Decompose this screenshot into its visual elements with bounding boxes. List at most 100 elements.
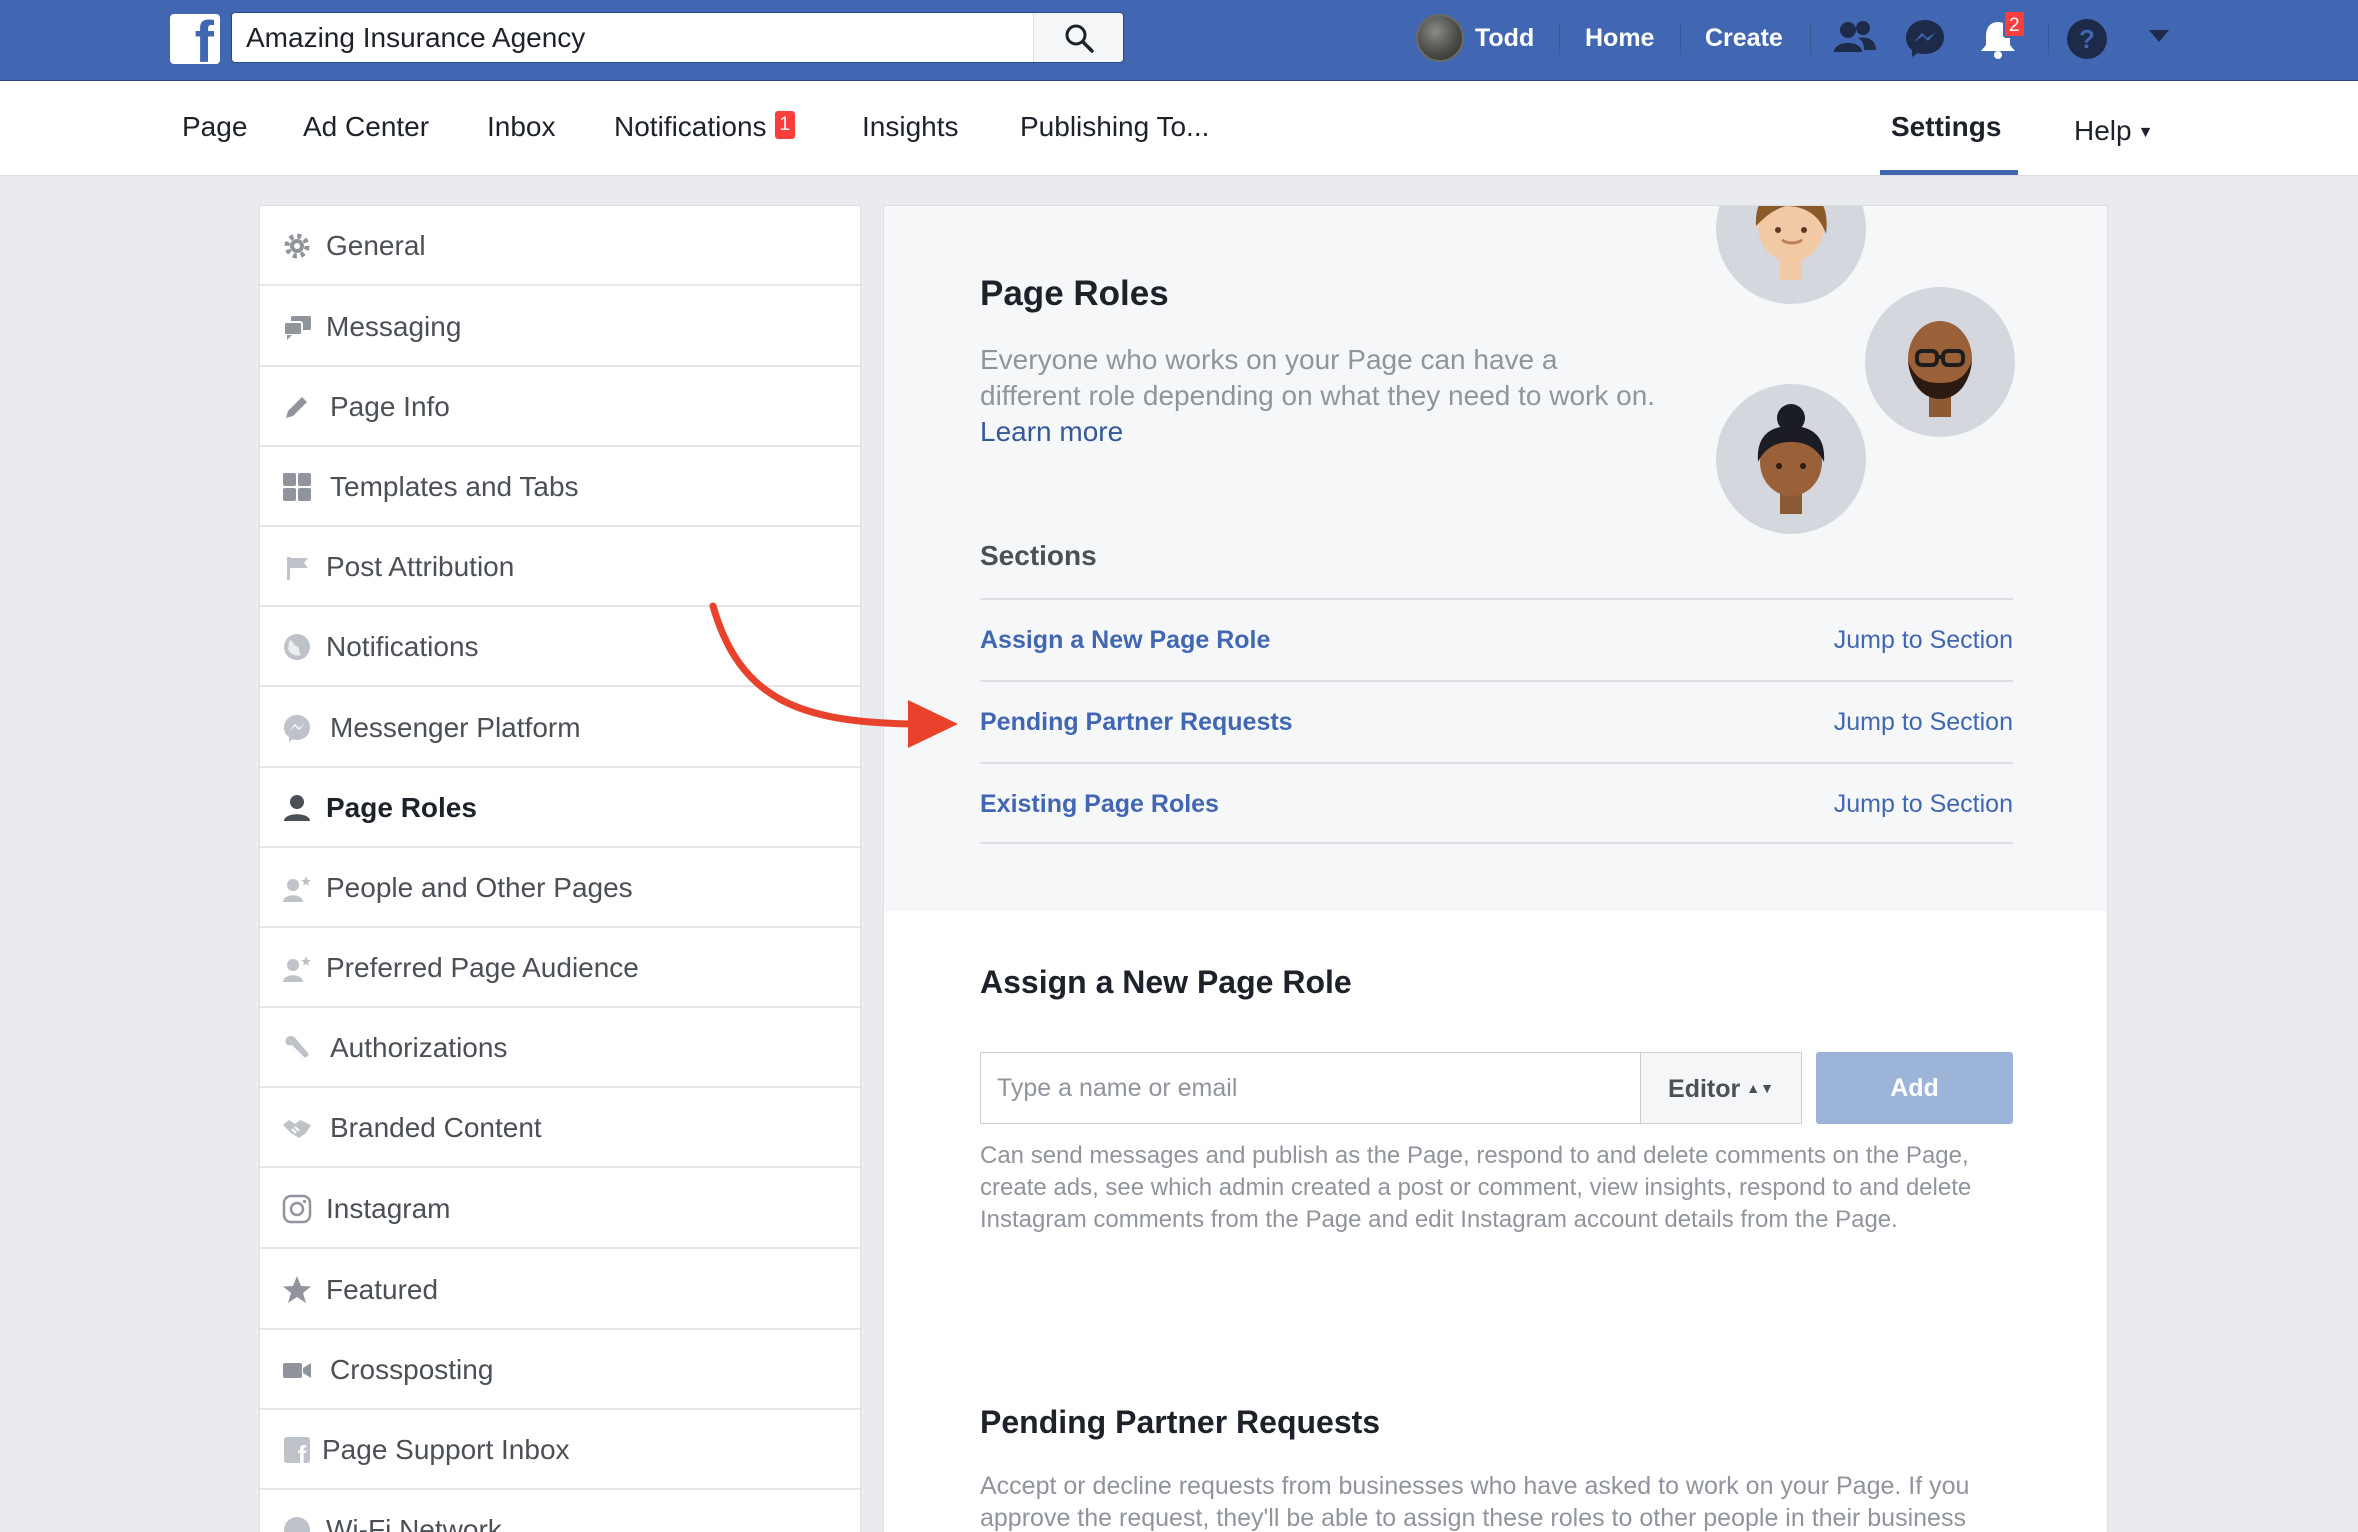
sidebar-item-label: General bbox=[326, 230, 426, 261]
role-select-dropdown[interactable]: Editor ▲▼ bbox=[1640, 1052, 1802, 1124]
search-button[interactable] bbox=[1033, 13, 1123, 62]
search-icon bbox=[1065, 24, 1094, 53]
section-row: Pending Partner Requests Jump to Section bbox=[980, 680, 2013, 762]
sidebar-item-label: Messenger Platform bbox=[330, 712, 581, 743]
page-sub-navigation: Page Ad Center Inbox Notifications 1 Insi… bbox=[0, 81, 2358, 176]
sidebar-item-people-and-other-pages[interactable]: People and Other Pages bbox=[260, 848, 860, 928]
sidebar-item-notifications[interactable]: Notifications bbox=[260, 607, 860, 687]
avatar[interactable] bbox=[1416, 14, 1464, 62]
top-navigation-bar: f Todd Home Create 2 ? bbox=[0, 0, 2358, 81]
facebook-logo-icon[interactable]: f bbox=[170, 14, 220, 64]
tab-inbox[interactable]: Inbox bbox=[487, 81, 556, 176]
handshake-icon bbox=[283, 1120, 311, 1138]
page-roles-panel: Page Roles Everyone who works on your Pa… bbox=[883, 205, 2108, 1532]
sidebar-item-page-info[interactable]: Page Info bbox=[260, 367, 860, 447]
sidebar-item-label: Wi-Fi Network bbox=[326, 1514, 502, 1532]
section-link-pending-partner-requests[interactable]: Pending Partner Requests bbox=[980, 682, 1293, 762]
sidebar-item-label: Preferred Page Audience bbox=[326, 952, 639, 983]
flag-icon bbox=[287, 557, 308, 580]
sidebar-item-post-attribution[interactable]: Post Attribution bbox=[260, 527, 860, 607]
jump-to-section-link[interactable]: Jump to Section bbox=[1834, 600, 2013, 680]
friend-requests-icon[interactable] bbox=[1834, 18, 1876, 58]
tab-notifications[interactable]: Notifications 1 bbox=[614, 81, 796, 176]
section-link-assign-new-page-role[interactable]: Assign a New Page Role bbox=[980, 600, 1270, 680]
sidebar-item-page-support-inbox[interactable]: f Page Support Inbox bbox=[260, 1410, 860, 1490]
add-button[interactable]: Add bbox=[1816, 1052, 2013, 1124]
tab-notifications-label: Notifications bbox=[614, 111, 767, 142]
pending-partner-requests-description: Accept or decline requests from business… bbox=[980, 1472, 1970, 1532]
role-select-value: Editor bbox=[1668, 1075, 1741, 1103]
profile-link[interactable]: Todd bbox=[1475, 0, 1534, 76]
sidebar-item-general[interactable]: General bbox=[260, 206, 860, 286]
video-camera-icon bbox=[283, 1363, 311, 1378]
learn-more-link[interactable]: Learn more bbox=[980, 416, 1123, 447]
grid-icon bbox=[283, 473, 311, 501]
pending-partner-requests-heading: Pending Partner Requests bbox=[980, 1404, 1381, 1440]
sidebar-item-label: Featured bbox=[326, 1274, 439, 1305]
sidebar-item-label: Branded Content bbox=[330, 1112, 542, 1143]
sidebar-item-label: Templates and Tabs bbox=[330, 471, 579, 502]
sidebar-item-templates-and-tabs[interactable]: Templates and Tabs bbox=[260, 447, 860, 527]
people-star-icon bbox=[283, 876, 311, 902]
instagram-icon bbox=[282, 1194, 312, 1224]
sidebar-item-label: Crossposting bbox=[330, 1354, 494, 1385]
assign-role-heading: Assign a New Page Role bbox=[980, 964, 1352, 1000]
home-link[interactable]: Home bbox=[1585, 0, 1654, 76]
role-description: Can send messages and publish as the Pag… bbox=[980, 1142, 1972, 1233]
gear-icon bbox=[284, 233, 310, 259]
divider bbox=[1810, 22, 1811, 54]
help-question-icon[interactable]: ? bbox=[2066, 18, 2108, 60]
active-tab-indicator bbox=[1880, 170, 2018, 175]
messenger-icon[interactable] bbox=[1905, 18, 1945, 58]
star-icon bbox=[283, 1276, 311, 1303]
wifi-icon bbox=[284, 1517, 310, 1532]
messenger-icon bbox=[284, 715, 310, 742]
sidebar-item-wifi-network[interactable]: Wi-Fi Network bbox=[260, 1490, 860, 1532]
intro-text: Everyone who works on your Page can have… bbox=[980, 344, 1656, 411]
sidebar-item-messenger-platform[interactable]: Messenger Platform bbox=[260, 688, 860, 768]
jump-to-section-link[interactable]: Jump to Section bbox=[1834, 682, 2013, 762]
create-link[interactable]: Create bbox=[1705, 0, 1783, 76]
sidebar-item-instagram[interactable]: Instagram bbox=[260, 1169, 860, 1249]
sidebar-item-label: Page Support Inbox bbox=[322, 1434, 570, 1465]
sections-heading: Sections bbox=[980, 540, 1097, 571]
help-label: Help bbox=[2074, 115, 2132, 146]
sidebar-item-preferred-page-audience[interactable]: Preferred Page Audience bbox=[260, 928, 860, 1008]
svg-text:?: ? bbox=[2079, 24, 2095, 54]
tab-ad-center[interactable]: Ad Center bbox=[303, 81, 429, 176]
tab-settings[interactable]: Settings bbox=[1891, 81, 2001, 176]
pencil-icon bbox=[286, 397, 307, 418]
name-or-email-input[interactable] bbox=[980, 1052, 1640, 1124]
sidebar-item-label: People and Other Pages bbox=[326, 872, 633, 903]
section-link-existing-page-roles[interactable]: Existing Page Roles bbox=[980, 764, 1219, 844]
sidebar-item-label: Notifications bbox=[326, 631, 479, 662]
divider bbox=[2048, 22, 2049, 54]
illustration-person-woman-bun bbox=[1716, 384, 1866, 534]
tab-publishing-tools[interactable]: Publishing To... bbox=[1020, 81, 1209, 176]
sidebar-item-featured[interactable]: Featured bbox=[260, 1250, 860, 1330]
sidebar-item-authorizations[interactable]: Authorizations bbox=[260, 1008, 860, 1088]
woman-bun-avatar-icon bbox=[1757, 404, 1825, 514]
sidebar-item-crossposting[interactable]: Crossposting bbox=[260, 1330, 860, 1410]
tab-page[interactable]: Page bbox=[182, 81, 247, 176]
notifications-badge: 1 bbox=[774, 111, 796, 139]
jump-to-section-link[interactable]: Jump to Section bbox=[1834, 764, 2013, 844]
tab-insights[interactable]: Insights bbox=[862, 81, 959, 176]
messaging-icon bbox=[283, 316, 311, 340]
sidebar-item-messaging[interactable]: Messaging bbox=[260, 287, 860, 367]
account-menu-caret-icon[interactable] bbox=[2148, 28, 2170, 44]
section-row: Assign a New Page Role Jump to Section bbox=[980, 598, 2013, 680]
facebook-square-icon: f bbox=[284, 1437, 310, 1465]
globe-icon bbox=[284, 634, 310, 660]
sidebar-item-branded-content[interactable]: Branded Content bbox=[260, 1088, 860, 1168]
person-icon bbox=[284, 795, 310, 821]
page-title: Page Roles bbox=[980, 274, 1169, 313]
notification-count-badge: 2 bbox=[2003, 10, 2026, 38]
caret-down-icon: ▼ bbox=[2137, 124, 2154, 141]
divider bbox=[1680, 22, 1681, 54]
search-input[interactable] bbox=[246, 13, 1026, 62]
sidebar-item-label: Instagram bbox=[326, 1193, 451, 1224]
sidebar-item-page-roles[interactable]: Page Roles bbox=[260, 768, 860, 848]
wrench-icon bbox=[285, 1036, 309, 1058]
help-menu[interactable]: Help ▼ bbox=[2074, 85, 2153, 180]
